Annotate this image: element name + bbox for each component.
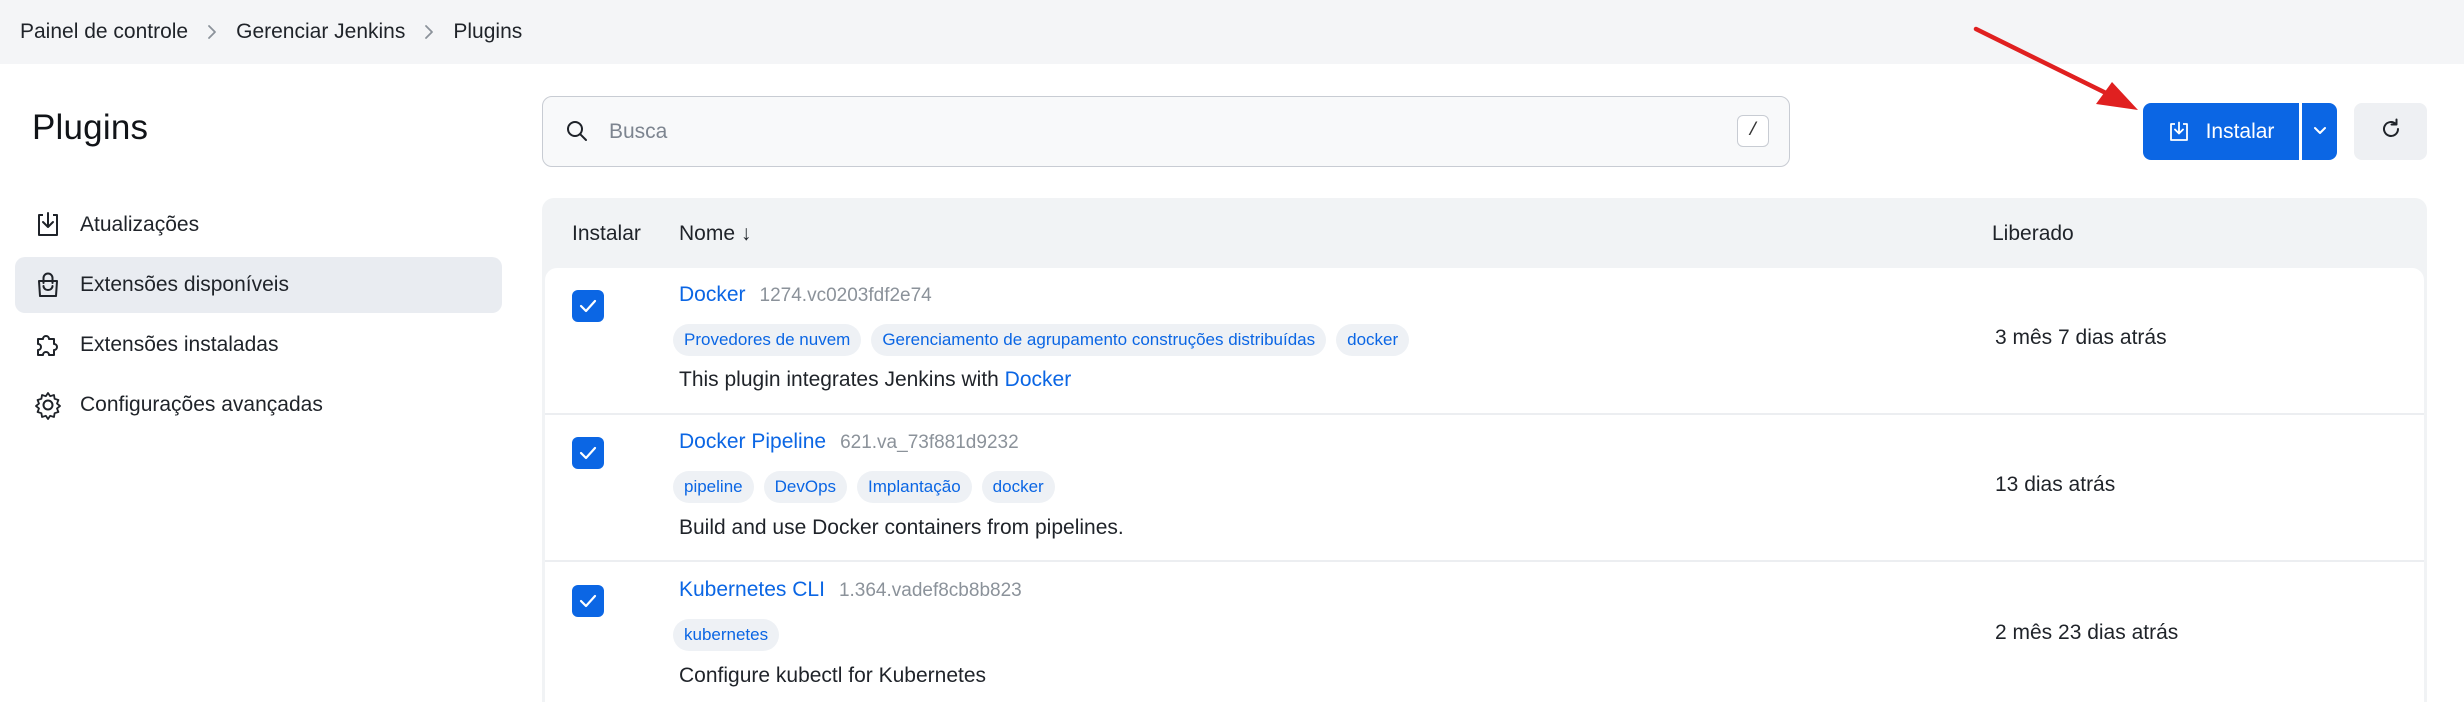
plugin-version: 621.va_73f881d9232: [840, 432, 1019, 453]
install-checkbox[interactable]: [572, 290, 604, 322]
chevron-right-icon: [188, 24, 236, 40]
breadcrumb: Painel de controle Gerenciar Jenkins Plu…: [0, 0, 2464, 64]
plugin-version: 1.364.vadef8cb8b823: [838, 580, 1022, 601]
table-row: Kubernetes CLI 1.364.vadef8cb8b823 kubern…: [545, 562, 2424, 702]
plugin-version: 1274.vc0203fdf2e74: [759, 285, 932, 306]
tag-list: kubernetes: [673, 619, 780, 651]
plugin-name[interactable]: Docker Pipeline: [679, 430, 826, 453]
breadcrumb-item-manage-jenkins[interactable]: Gerenciar Jenkins: [236, 20, 405, 44]
sidebar-item-label: Extensões disponíveis: [80, 273, 289, 296]
table-row: Docker 1274.vc0203fdf2e74 Provedores de n…: [545, 268, 2424, 413]
checkmark-icon: [579, 299, 597, 313]
checkmark-icon: [579, 446, 597, 460]
sidebar-item-label: Extensões instaladas: [80, 333, 279, 356]
plugin-name-link[interactable]: Kubernetes CLI 1.364.vadef8cb8b823: [679, 578, 1022, 602]
sidebar-item-label: Atualizações: [80, 213, 200, 236]
download-tray-icon: [2168, 121, 2190, 143]
sidebar-item-updates[interactable]: Atualizações: [15, 197, 502, 253]
install-options-dropdown-button[interactable]: [2302, 103, 2337, 160]
install-button[interactable]: Instalar: [2143, 103, 2299, 160]
tag-list: pipeline DevOps Implantação docker: [673, 471, 1055, 503]
page-title: Plugins: [32, 108, 149, 147]
tag[interactable]: DevOps: [763, 471, 848, 503]
tag[interactable]: kubernetes: [673, 619, 780, 651]
description-text: This plugin integrates Jenkins with: [679, 368, 1005, 391]
install-checkbox[interactable]: [572, 437, 604, 469]
tag[interactable]: Implantação: [857, 471, 972, 503]
tag[interactable]: pipeline: [673, 471, 754, 503]
tag[interactable]: Provedores de nuvem: [673, 324, 862, 356]
plugins-table: Instalar Nome ↓ Liberado Docker 1274.vc02…: [542, 198, 2427, 702]
tag[interactable]: docker: [981, 471, 1055, 503]
plugin-description: Configure kubectl for Kubernetes: [679, 664, 987, 687]
sidebar-item-advanced-settings[interactable]: Configurações avançadas: [15, 377, 502, 433]
column-header-released[interactable]: Liberado: [1992, 222, 2074, 246]
download-tray-icon: [33, 210, 63, 240]
column-header-name[interactable]: Nome ↓: [679, 222, 751, 246]
tag[interactable]: docker: [1336, 324, 1410, 356]
search-box[interactable]: /: [542, 96, 1790, 167]
column-header-install: Instalar: [572, 222, 641, 245]
search-icon: [565, 119, 589, 148]
description-link[interactable]: Docker: [1005, 368, 1072, 391]
refresh-icon: [2379, 117, 2403, 146]
sidebar-item-label: Configurações avançadas: [80, 393, 323, 416]
chevron-down-icon: [2313, 123, 2327, 141]
tag-list: Provedores de nuvem Gerenciamento de agr…: [673, 324, 1410, 356]
released-date: 2 mês 23 dias atrás: [1995, 621, 2179, 644]
table-row: Docker Pipeline 621.va_73f881d9232 pipeli…: [545, 415, 2424, 560]
checkmark-icon: [579, 594, 597, 608]
breadcrumb-item-dashboard[interactable]: Painel de controle: [20, 20, 188, 44]
search-input[interactable]: [609, 113, 1649, 151]
plugin-name-link[interactable]: Docker Pipeline 621.va_73f881d9232: [679, 430, 1019, 454]
puzzle-piece-icon: [33, 330, 63, 360]
sidebar-item-installed-extensions[interactable]: Extensões instaladas: [15, 317, 502, 373]
plugin-description: Build and use Docker containers from pip…: [679, 516, 1124, 539]
tag[interactable]: Gerenciamento de agrupamento construções…: [871, 324, 1327, 356]
install-button-label: Instalar: [2205, 119, 2275, 143]
plugin-description: This plugin integrates Jenkins with Dock…: [679, 368, 1071, 392]
plugin-name[interactable]: Docker: [679, 283, 746, 306]
install-checkbox[interactable]: [572, 585, 604, 617]
gear-icon: [33, 390, 63, 420]
breadcrumb-item-plugins[interactable]: Plugins: [453, 20, 522, 44]
shopping-bag-icon: [33, 270, 63, 300]
released-date: 13 dias atrás: [1995, 473, 2116, 496]
keyboard-shortcut-badge: /: [1737, 115, 1769, 147]
chevron-right-icon: [405, 24, 453, 40]
refresh-button[interactable]: [2354, 103, 2427, 160]
released-date: 3 mês 7 dias atrás: [1995, 326, 2167, 349]
plugin-name-link[interactable]: Docker 1274.vc0203fdf2e74: [679, 283, 932, 307]
sidebar-item-available-extensions[interactable]: Extensões disponíveis: [15, 257, 502, 313]
plugin-name[interactable]: Kubernetes CLI: [679, 578, 825, 601]
